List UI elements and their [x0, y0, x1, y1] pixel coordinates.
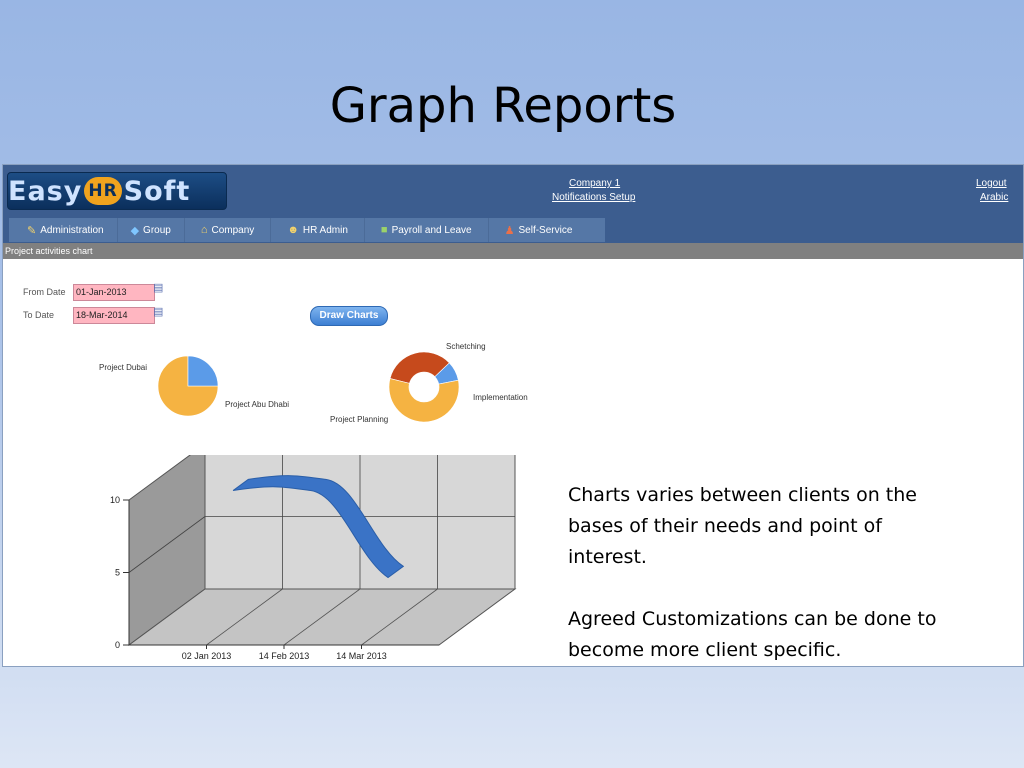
app-header: Easy HR Soft Company 1 Notifications Set… [3, 165, 1023, 215]
doughnut-label-project-planning: Project Planning [330, 415, 389, 424]
company-link[interactable]: Company 1 [569, 178, 620, 189]
from-date-label: From Date [23, 287, 66, 297]
nav-administration[interactable]: ✎ Administration [9, 218, 118, 242]
doughnut-label-implementation: Implementation [473, 393, 528, 402]
home-icon: ⌂ [200, 224, 208, 236]
panel-title: Project activities chart [3, 243, 1023, 259]
nav-label: Administration [40, 224, 104, 236]
logo-easy: Easy [8, 175, 83, 207]
calendar-icon[interactable]: ▤ [153, 305, 163, 318]
main-nav: ✎ Administration ◆ Group ⌂ Company ☻ HR … [3, 215, 1023, 243]
y-tick-label: 5 [115, 568, 120, 578]
person-icon: ☻ [287, 224, 299, 236]
logo-hr: HR [84, 177, 122, 205]
nav-label: HR Admin [302, 224, 348, 236]
pie-label-project-dubai: Project Dubai [99, 363, 148, 372]
pie-chart-projects [157, 355, 219, 417]
logout-link[interactable]: Logout [976, 178, 1007, 189]
nav-group[interactable]: ◆ Group [118, 218, 185, 242]
app-screenshot: Easy HR Soft Company 1 Notifications Set… [2, 164, 1024, 667]
description-paragraph: Agreed Customizations can be done to bec… [568, 608, 937, 661]
doughnut-chart-activities [388, 351, 460, 423]
to-date-label: To Date [23, 310, 55, 320]
slide-title: Graph Reports [329, 78, 677, 134]
y-tick-label: 10 [110, 495, 120, 505]
x-tick-label: 14 Mar 2013 [336, 651, 387, 661]
nav-hr-admin[interactable]: ☻ HR Admin [271, 218, 365, 242]
y-tick-label: 0 [115, 640, 120, 650]
group-icon: ◆ [130, 224, 140, 237]
pie-slice-project-abu-dhabi [187, 355, 219, 387]
nav-label: Group [143, 224, 171, 236]
arabic-link[interactable]: Arabic [980, 192, 1008, 203]
x-tick-label: 14 Feb 2013 [259, 651, 310, 661]
money-icon: ■ [380, 224, 388, 236]
calendar-icon[interactable]: ▤ [153, 281, 163, 294]
nav-label: Payroll and Leave [391, 224, 472, 236]
draw-charts-button[interactable]: Draw Charts [310, 306, 388, 326]
nav-company[interactable]: ⌂ Company [185, 218, 272, 242]
pie-slice-project-planning [388, 378, 460, 423]
easyhrsoft-logo[interactable]: Easy HR Soft [7, 172, 227, 210]
from-date-input[interactable] [73, 284, 155, 301]
description-paragraph: Charts varies between clients on the bas… [568, 484, 917, 568]
pie-label-project-abu-dhabi: Project Abu Dhabi [225, 400, 290, 409]
to-date-input[interactable] [73, 307, 155, 324]
nav-label: Self-Service [518, 224, 573, 236]
nav-self-service[interactable]: ♟ Self-Service [489, 218, 589, 242]
doughnut-label-schetching: Schetching [446, 342, 486, 351]
wrench-icon: ✎ [27, 224, 37, 237]
x-tick-label: 02 Jan 2013 [182, 651, 232, 661]
nav-payroll-and-leave[interactable]: ■ Payroll and Leave [365, 218, 489, 242]
nav-label: Company [211, 224, 255, 236]
notifications-setup-link[interactable]: Notifications Setup [552, 192, 635, 203]
area-chart-3d: 0 5 10 02 Jan 2013 14 Feb 2013 14 Mar 2013 [110, 455, 517, 661]
slide-description: Charts varies between clients on the bas… [568, 480, 958, 666]
user-icon: ♟ [504, 224, 515, 237]
logo-soft: Soft [123, 175, 191, 207]
